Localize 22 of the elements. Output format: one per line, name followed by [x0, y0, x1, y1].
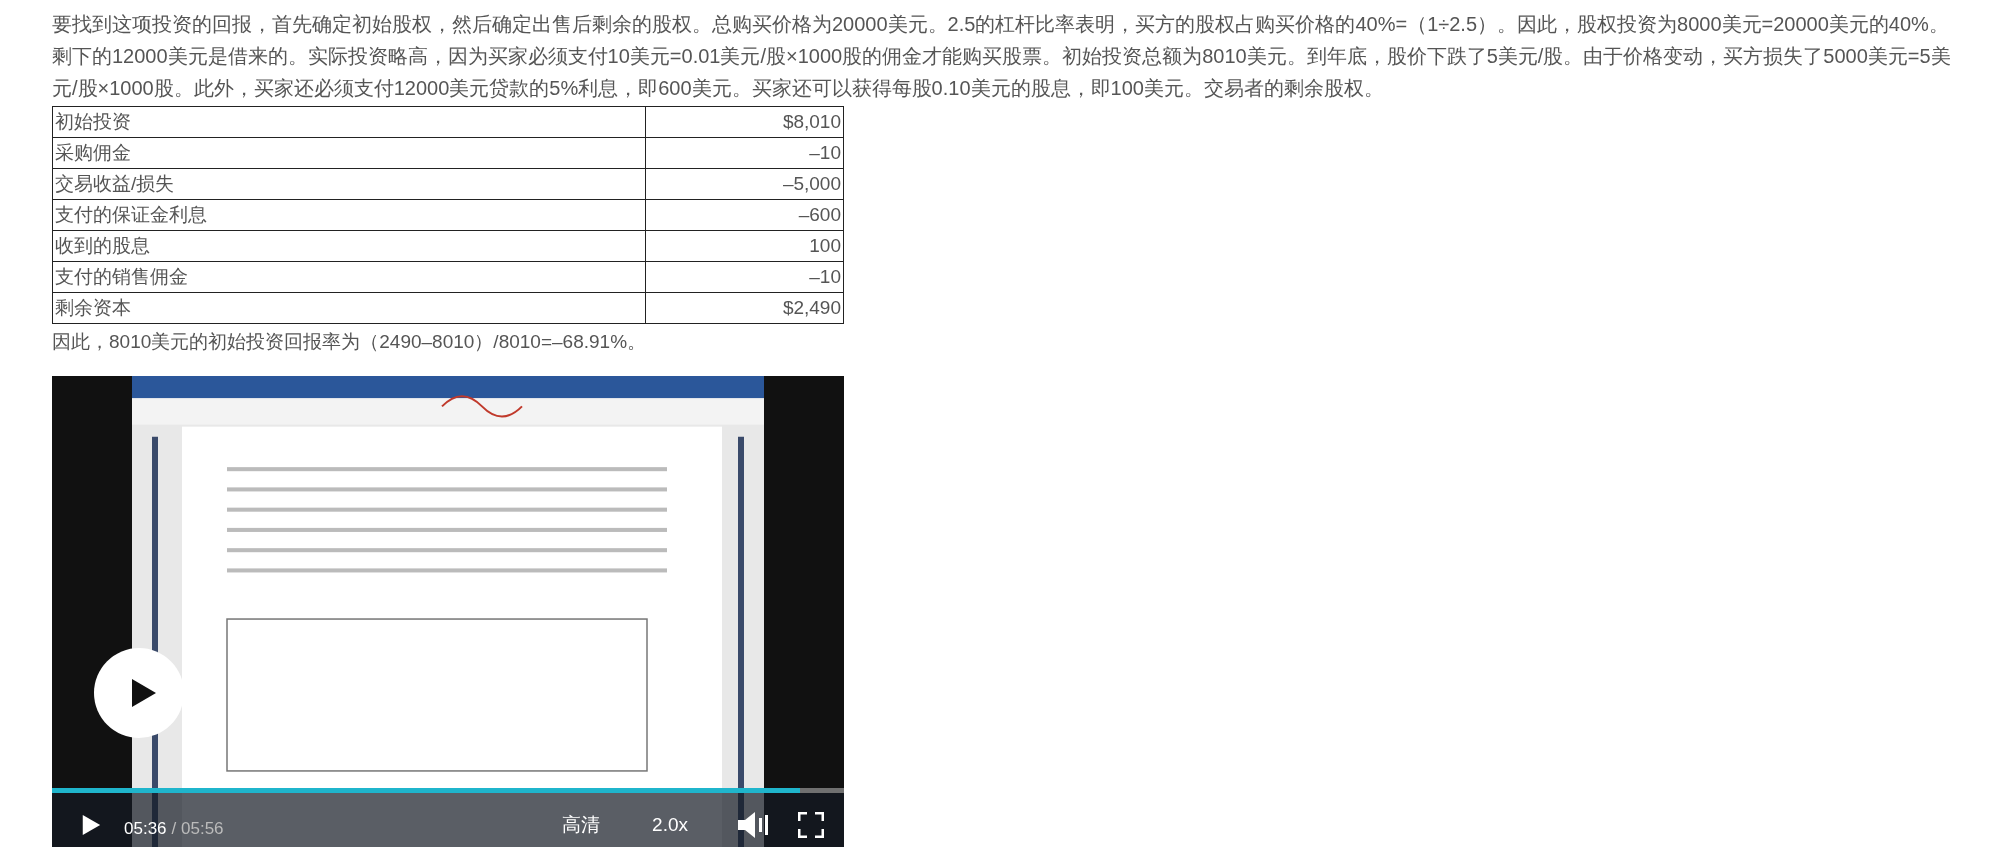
table-cell: 支付的保证金利息	[52, 199, 646, 231]
table-cell: 收到的股息	[52, 230, 646, 262]
total-time: / 05:56	[171, 818, 224, 839]
table-cell: $8,010	[645, 106, 844, 138]
table-cell: $2,490	[645, 292, 844, 324]
table-cell: 剩余资本	[52, 292, 646, 324]
current-time: 05:36	[124, 818, 167, 839]
table-cell: –600	[645, 199, 844, 231]
table-cell: 采购佣金	[52, 137, 646, 169]
table-cell: 支付的销售佣金	[52, 261, 646, 293]
fullscreen-icon[interactable]	[798, 811, 824, 838]
table-cell: –5,000	[645, 168, 844, 200]
speed-button[interactable]: 2.0x	[652, 813, 688, 836]
table-cell: 交易收益/损失	[52, 168, 646, 200]
paragraph: 因此，8010美元的初始投资回报率为（2490–8010）/8010=–68.91%。	[52, 330, 648, 354]
volume-icon[interactable]	[738, 811, 768, 838]
table-cell: 初始投资	[52, 106, 646, 138]
table-cell: 100	[645, 230, 844, 262]
table-cell: –10	[645, 137, 844, 169]
paragraph: 要找到这项投资的回报，首先确定初始股权，然后确定出售后剩余的股权。总购买价格为20000美元。2.5的杠杆比率表明，买方的股权占购买价格的40%=（1÷2.5）。因此，股权投资为8000美元=20000美元的40%。剩下的12000美元是借来的。实际投资略高，因为买家必须支付10美元=0.01美元/股×1000股的佣金才能购买股票。初始投资总额为8010美元。到年底，股价下跌了5美元/股。由于价格变动，买方损失了5000美元=5美元/股×1000股。此外，买家还必须支付12000美元贷款的5%利息，即600美元。买家还可以获得每股0.10美元的股息，即100美元。交易者的剩余股权。	[52, 12, 1952, 101]
quality-button[interactable]: 高清	[562, 811, 601, 838]
table-cell: –10	[645, 261, 844, 293]
